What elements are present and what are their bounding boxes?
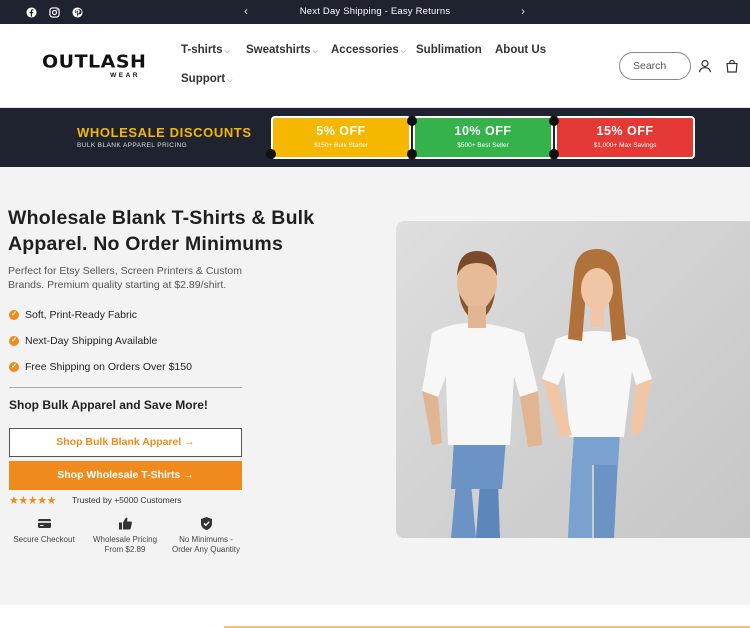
ticket-notch [407,116,417,126]
ticket-notch [549,149,559,159]
hero-title: Wholesale Blank T-Shirts & Bulk Apparel.… [8,207,315,255]
badge-line1: Wholesale Pricing [92,535,158,544]
badge-no-minimums: No Minimums - Order Any Quantity [165,516,247,555]
logo-main-text: OUTLASH [42,51,147,73]
man-figure [422,251,542,538]
announcement-next-button[interactable]: › [521,4,525,18]
check-icon: ✓ [9,336,19,346]
badge-wholesale-pricing: Wholesale Pricing From $2.89 [84,516,166,555]
ticket-notch [266,149,276,159]
badge-line2: From $2.89 [104,545,146,554]
chevron-down-icon: ⌵ [224,48,230,55]
nav-item-support[interactable]: Support ⌵ [181,73,232,85]
credit-card-icon [37,516,52,531]
badge-secure-checkout: Secure Checkout [3,516,85,545]
tier-discount: 10% OFF [454,124,512,138]
nav-item-label: T-shirts [181,44,223,56]
chevron-down-icon: ⌵ [312,48,318,55]
ticket-notch [549,116,559,126]
search-input[interactable]: Search [619,52,691,80]
nav-item-label: Sublimation [416,44,482,56]
nav-item-accessories[interactable]: Accessories ⌵ [331,44,406,56]
nav-item-tshirts[interactable]: T-shirts ⌵ [181,44,230,56]
shop-bulk-blank-apparel-button[interactable]: Shop Bulk Blank Apparel → [9,428,242,457]
shop-wholesale-tshirts-button[interactable]: Shop Wholesale T-Shirts → [9,461,242,490]
ticket-notch [407,149,417,159]
announcement-message: Next Day Shipping - Easy Returns [299,6,451,17]
chevron-down-icon: ⌵ [227,77,233,84]
nav-item-sublimation[interactable]: Sublimation [416,44,482,56]
nav-item-label: Accessories [331,44,399,56]
badge-line2: Order Any Quantity [171,545,241,554]
tier-condition: $150+ Bulk Starter [313,142,369,149]
check-icon: ✓ [9,362,19,372]
tier-condition: $1,000+ Max Savings [593,142,657,149]
site-logo[interactable]: OUTLASH WEAR [42,51,147,79]
hero-divider [9,387,242,388]
tier-discount: 5% OFF [316,124,366,138]
discount-tier-5[interactable]: 5% OFF $150+ Bulk Starter [271,116,411,159]
hero-subtitle: Perfect for Etsy Sellers, Screen Printer… [8,265,242,291]
feature-item: ✓ Soft, Print-Ready Fabric [9,309,137,321]
nav-item-label: Sweatshirts [246,44,311,56]
feature-label: Free Shipping on Orders Over $150 [25,361,192,373]
badge-line1: No Minimums - [179,535,233,544]
feature-label: Soft, Print-Ready Fabric [25,309,138,321]
trusted-text: Trusted by +5000 Customers [72,495,182,505]
feature-item: ✓ Next-Day Shipping Available [9,335,157,347]
tier-condition: $500+ Best Seller [457,142,509,149]
discount-tier-15[interactable]: 15% OFF $1,000+ Max Savings [555,116,695,159]
badge-line1: Secure Checkout [13,535,75,544]
chevron-down-icon: ⌵ [400,48,407,55]
nav-item-about-us[interactable]: About Us [495,44,546,56]
woman-figure [542,249,652,538]
site-header: OUTLASH WEAR T-shirts ⌵ Sweatshirts ⌵ Acce… [0,24,750,108]
shield-check-icon [199,516,214,531]
nav-item-sweatshirts[interactable]: Sweatshirts ⌵ [246,44,318,56]
rating-stars: ★★★★★ [9,495,56,507]
feature-item: ✓ Free Shipping on Orders Over $150 [9,361,192,373]
nav-item-label: About Us [495,44,547,56]
discount-tier-10[interactable]: 10% OFF $500+ Best Seller [413,116,553,159]
check-icon: ✓ [9,310,19,320]
nav-item-label: Support [181,73,226,85]
feature-label: Next-Day Shipping Available [25,335,158,347]
shop-heading: Shop Bulk Apparel and Save More! [9,398,208,412]
cart-icon[interactable] [725,59,739,73]
announcement-bar: ‹ Next Day Shipping - Easy Returns › [0,0,750,24]
wholesale-promo-banner: WHOLESALE DISCOUNTS BULK BLANK APPAREL P… [0,108,750,167]
logo-sub-text: WEAR [110,72,140,79]
promo-subtitle: BULK BLANK APPAREL PRICING [77,142,188,149]
promo-title: WHOLESALE DISCOUNTS [77,125,252,140]
account-icon[interactable] [698,59,712,73]
thumbs-up-icon [118,516,133,531]
hero-image-models [396,221,750,538]
next-section-band [0,605,750,628]
tier-discount: 15% OFF [596,124,654,138]
